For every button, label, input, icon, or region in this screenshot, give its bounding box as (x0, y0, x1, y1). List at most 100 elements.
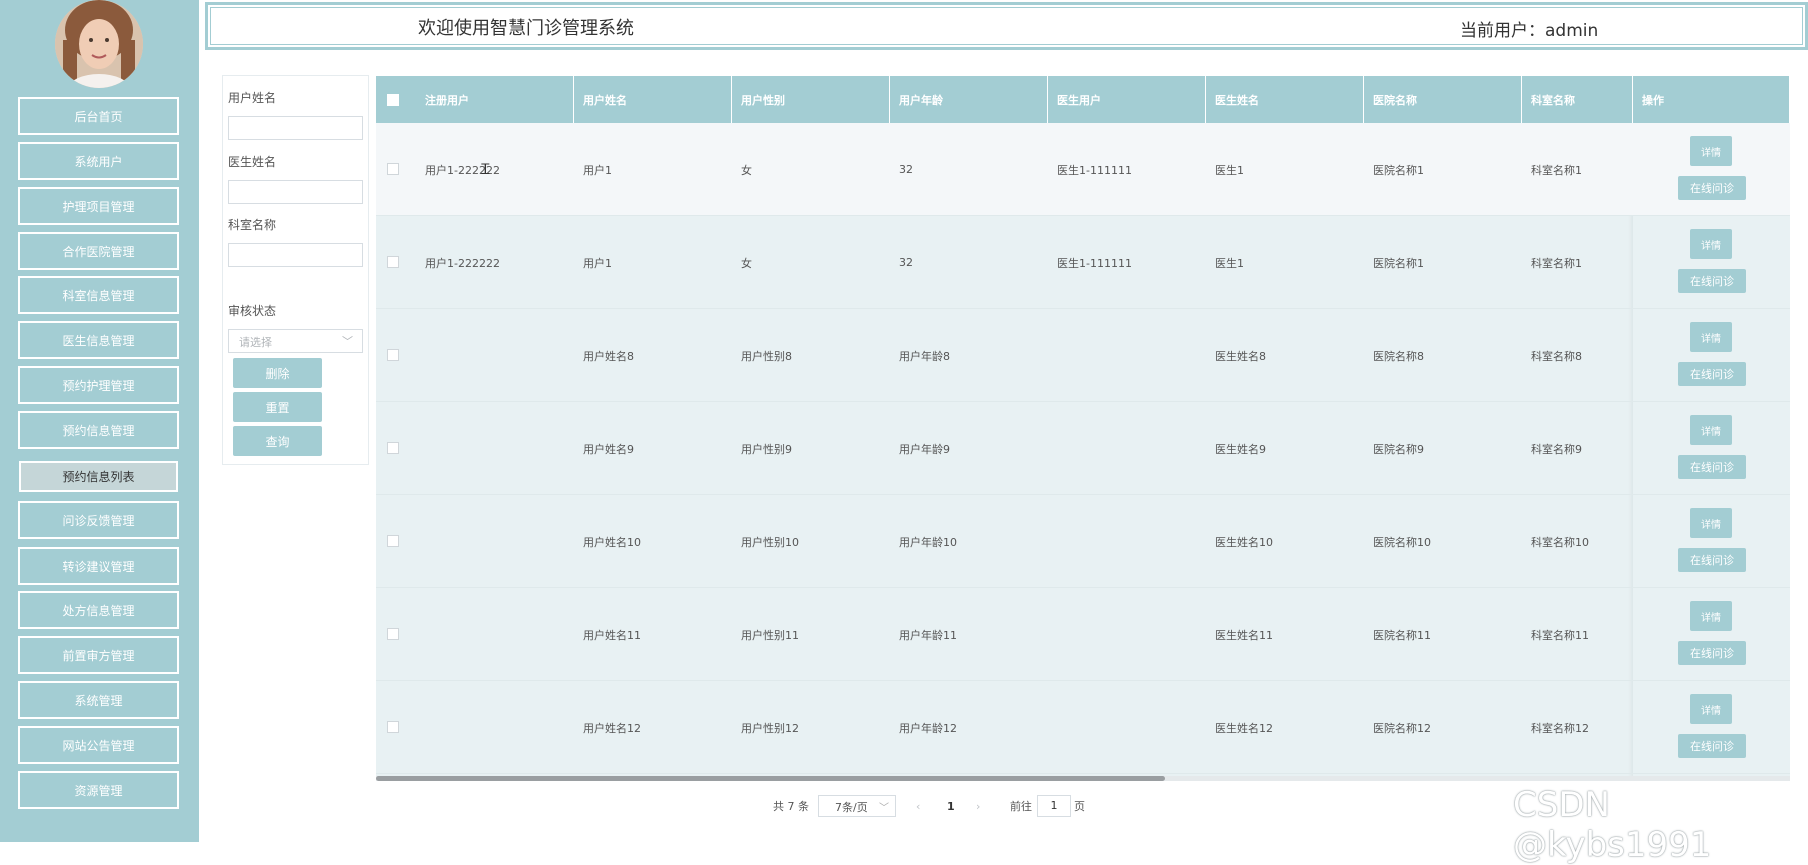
detail-button[interactable]: 详情 (1690, 508, 1732, 538)
audit-status-select[interactable]: 请选择 ﹀ (228, 329, 363, 353)
select-all-checkbox[interactable] (387, 94, 399, 106)
column-header: 操作 (1633, 76, 1790, 123)
detail-button[interactable]: 详情 (1690, 601, 1732, 631)
audit-status-placeholder: 请选择 (239, 336, 272, 349)
table-cell (1048, 402, 1057, 495)
table-cell (416, 681, 425, 774)
sidebar-item[interactable]: 预约信息管理 (18, 411, 179, 449)
sidebar-item[interactable]: 处方信息管理 (18, 591, 179, 629)
table-cell: 科室名称8 (1531, 349, 1582, 363)
detail-button[interactable]: 详情 (1690, 136, 1732, 166)
table-row[interactable]: 用户1-222222 用户1 女 32 医生1-111111 医生1 医院名称1 科室名称1 详… (376, 123, 1790, 216)
row-checkbox[interactable] (387, 721, 399, 733)
table-cell: 医生1-111111 (1057, 163, 1132, 177)
sidebar-item[interactable]: 合作医院管理 (18, 232, 179, 270)
sidebar-item[interactable]: 系统用户 (18, 142, 179, 180)
table-cell (416, 495, 425, 588)
online-consult-button[interactable]: 在线问诊 (1678, 734, 1746, 758)
online-consult-button[interactable]: 在线问诊 (1678, 269, 1746, 293)
table-cell: 科室名称11 (1531, 628, 1589, 642)
table-row[interactable]: 用户姓名11 用户性别11 用户年龄11 医生姓名11 医院名称11 科室名称11 详情 在线… (376, 588, 1790, 681)
next-page-icon[interactable]: › (976, 795, 980, 817)
table-cell (416, 309, 425, 402)
user-name-label: 用户姓名 (228, 91, 277, 105)
online-consult-button[interactable]: 在线问诊 (1678, 455, 1746, 479)
table-cell: 用户性别11 (741, 628, 799, 642)
table-cell: 用户性别12 (741, 721, 799, 735)
prev-page-icon[interactable]: ‹ (916, 795, 920, 817)
sidebar-item[interactable]: 后台首页 (18, 97, 179, 135)
user-name-input[interactable] (228, 116, 363, 140)
chevron-down-icon: ﹀ (342, 335, 353, 348)
row-checkbox[interactable] (387, 256, 399, 268)
table-cell: 用户姓名11 (583, 628, 641, 642)
table-row[interactable]: 用户1-222222 用户1 女 32 医生1-111111 医生1 医院名称1 科室名称1 详… (376, 216, 1790, 309)
query-button[interactable]: 查询 (233, 426, 322, 456)
detail-button[interactable]: 详情 (1690, 694, 1732, 724)
table-cell: 医院名称11 (1373, 628, 1431, 642)
column-header: 医生姓名 (1206, 76, 1364, 123)
row-checkbox[interactable] (387, 628, 399, 640)
reset-button[interactable]: 重置 (233, 392, 322, 422)
row-checkbox[interactable] (387, 535, 399, 547)
column-header: 用户年龄 (890, 76, 1048, 123)
chevron-down-icon: ﹀ (879, 803, 889, 814)
table-cell: 用户1 (583, 256, 612, 270)
table-row[interactable]: 用户姓名12 用户性别12 用户年龄12 医生姓名12 医院名称12 科室名称12 详情 在线… (376, 681, 1790, 774)
row-checkbox[interactable] (387, 163, 399, 175)
horizontal-scrollbar-thumb[interactable] (376, 776, 1165, 781)
table-cell: 医生姓名9 (1215, 442, 1266, 456)
goto-page-input[interactable]: 1 (1037, 795, 1071, 817)
sidebar-item[interactable]: 问诊反馈管理 (18, 501, 179, 539)
sidebar-item[interactable]: 前置审方管理 (18, 636, 179, 674)
table-cell (416, 402, 425, 495)
table-cell (1048, 588, 1057, 681)
column-header: 医生用户 (1048, 76, 1206, 123)
page-size-select[interactable]: 7条/页 ﹀ (818, 795, 896, 817)
text-cursor-icon: Ꮖ (481, 162, 491, 178)
online-consult-button[interactable]: 在线问诊 (1678, 176, 1746, 200)
sidebar-item[interactable]: 资源管理 (18, 771, 179, 809)
column-header: 注册用户 (416, 76, 574, 123)
table-cell: 用户年龄9 (899, 442, 950, 456)
detail-button[interactable]: 详情 (1690, 415, 1732, 445)
online-consult-button[interactable]: 在线问诊 (1678, 362, 1746, 386)
table-cell: 医生1-111111 (1057, 256, 1132, 270)
sidebar-item[interactable]: 预约信息列表 (19, 461, 178, 492)
detail-button[interactable]: 详情 (1690, 229, 1732, 259)
table-cell: 医生姓名11 (1215, 628, 1273, 642)
table-cell: 女 (741, 163, 752, 177)
table-cell: 女 (741, 256, 752, 270)
sidebar-item[interactable]: 医生信息管理 (18, 321, 179, 359)
sidebar-item[interactable]: 网站公告管理 (18, 726, 179, 764)
row-checkbox[interactable] (387, 349, 399, 361)
table-cell: 医生1 (1215, 163, 1244, 177)
table-row[interactable]: 用户姓名8 用户性别8 用户年龄8 医生姓名8 医院名称8 科室名称8 详情 在线问诊 (376, 309, 1790, 402)
table-cell: 医生1 (1215, 256, 1244, 270)
doctor-name-label: 医生姓名 (228, 155, 277, 169)
delete-button[interactable]: 删除 (233, 358, 322, 388)
sidebar-item[interactable]: 护理项目管理 (18, 187, 179, 225)
table-cell: 用户年龄12 (899, 721, 957, 735)
current-user: 当前用户：admin (1460, 21, 1599, 41)
sidebar-item[interactable]: 预约护理管理 (18, 366, 179, 404)
table-cell (1048, 309, 1057, 402)
dept-name-input[interactable] (228, 243, 363, 267)
sidebar-item[interactable]: 转诊建议管理 (18, 547, 179, 585)
detail-button[interactable]: 详情 (1690, 322, 1732, 352)
dept-name-label: 科室名称 (228, 218, 277, 232)
table-cell: 医院名称1 (1373, 163, 1424, 177)
doctor-name-input[interactable] (228, 180, 363, 204)
sidebar-item[interactable]: 系统管理 (18, 681, 179, 719)
online-consult-button[interactable]: 在线问诊 (1678, 548, 1746, 572)
page-title: 欢迎使用智慧门诊管理系统 (418, 18, 634, 39)
table-row[interactable]: 用户姓名10 用户性别10 用户年龄10 医生姓名10 医院名称10 科室名称10 详情 在线… (376, 495, 1790, 588)
goto-label: 前往 (1010, 800, 1032, 813)
online-consult-button[interactable]: 在线问诊 (1678, 641, 1746, 665)
table-row[interactable]: 用户姓名9 用户性别9 用户年龄9 医生姓名9 医院名称9 科室名称9 详情 在线问诊 (376, 402, 1790, 495)
row-checkbox[interactable] (387, 442, 399, 454)
table-cell: 医生姓名10 (1215, 535, 1273, 549)
sidebar-item[interactable]: 科室信息管理 (18, 276, 179, 314)
page-number-current[interactable]: 1 (947, 795, 955, 817)
table-cell: 医院名称12 (1373, 721, 1431, 735)
